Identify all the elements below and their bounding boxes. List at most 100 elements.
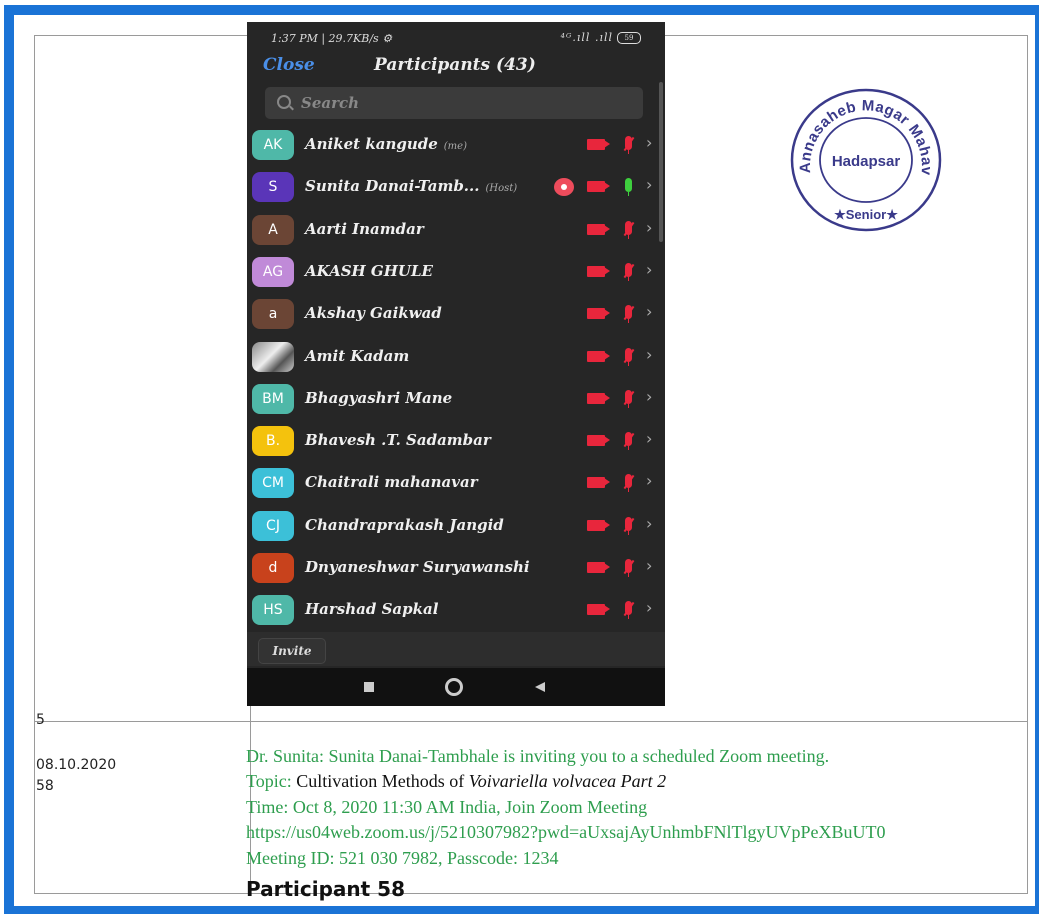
participant-name: Aarti Inamdar (305, 220, 424, 238)
participant-name-text: Sunita Danai-Tamb... (305, 177, 480, 196)
status-bar: 1:37 PM | 29.7KB/s ⚙ ⁴ᴳ.ıll .ıll 59 (247, 22, 665, 52)
participant-name: Akshay Gaikwad (305, 304, 442, 322)
mute-slash (623, 602, 635, 617)
mic-muted-icon (623, 262, 635, 281)
participant-row[interactable]: CJ Chandraprakash Jangid › (247, 505, 665, 547)
participant-row[interactable]: Amit Kadam › (247, 336, 665, 378)
participant-name: Harshad Sapkal (305, 600, 438, 618)
participant-row[interactable]: a Akshay Gaikwad › (247, 293, 665, 335)
mic-muted-icon (623, 516, 635, 535)
avatar (252, 341, 294, 372)
mute-slash (623, 475, 635, 490)
avatar: HS (252, 595, 294, 626)
recents-icon[interactable] (364, 682, 374, 692)
chevron-right-icon[interactable]: › (646, 387, 652, 406)
serial-number: 5 (36, 712, 45, 728)
svg-text:Hadapsar: Hadapsar (832, 153, 901, 170)
mic-muted-icon (623, 601, 635, 620)
video-off-icon (587, 181, 605, 193)
meeting-link[interactable]: https://us04web.zoom.us/j/5210307982?pwd… (246, 822, 1038, 843)
participant-role-tag: (Host) (485, 183, 518, 195)
participant-name-text: Bhagyashri Mane (305, 388, 453, 407)
topic-label: Topic: (246, 771, 297, 791)
home-icon[interactable] (445, 678, 463, 696)
chevron-right-icon[interactable]: › (646, 175, 652, 194)
participant-name: Sunita Danai-Tamb... (Host) (305, 177, 517, 195)
mic-muted-icon (623, 474, 635, 493)
participant-name-text: Aniket kangude (305, 135, 438, 153)
close-button[interactable]: Close (263, 55, 315, 75)
chevron-right-icon[interactable]: › (646, 345, 652, 364)
mic-muted-icon (623, 432, 635, 451)
search-input[interactable]: Search (265, 87, 643, 119)
chevron-right-icon[interactable]: › (646, 598, 652, 617)
invite-line: Dr. Sunita: Sunita Danai-Tambhale is inv… (246, 746, 830, 766)
topic-line: Topic: Cultivation Methods of Voivariell… (246, 771, 666, 792)
participant-name: Dnyaneshwar Suryawanshi (305, 558, 530, 576)
invite-button[interactable]: Invite (258, 638, 326, 664)
participant-row[interactable]: AK Aniket kangude (me) › (247, 124, 665, 166)
avatar: A (252, 214, 294, 245)
android-nav-bar (247, 668, 665, 706)
search-icon (277, 95, 291, 109)
back-icon[interactable] (535, 682, 545, 692)
chevron-right-icon[interactable]: › (646, 429, 652, 448)
participant-name-text: Aarti Inamdar (305, 219, 424, 238)
participant-row[interactable]: AG AKASH GHULE › (247, 251, 665, 293)
participant-row[interactable]: CM Chaitrali mahanavar › (247, 462, 665, 504)
video-off-icon (587, 223, 605, 235)
participant-name: Bhagyashri Mane (305, 389, 452, 407)
chevron-right-icon[interactable]: › (646, 302, 652, 321)
participant-row[interactable]: A Aarti Inamdar › (247, 209, 665, 251)
status-time: 1:37 PM | 29.7KB/s ⚙ (271, 32, 393, 45)
participant-name-text: AKASH GHULE (305, 261, 433, 280)
mute-slash (623, 263, 635, 279)
mic-muted-icon (623, 347, 635, 366)
avatar: B. (252, 426, 294, 457)
meeting-date: 08.10.2020 (36, 757, 117, 773)
chevron-right-icon[interactable]: › (646, 514, 652, 533)
video-off-icon (587, 519, 605, 531)
participant-name: Aniket kangude (me) (305, 135, 467, 153)
participant-label: Participant 58 (246, 877, 406, 901)
time-line: Time: Oct 8, 2020 11:30 AM India, Join Z… (246, 797, 648, 817)
zoom-participants-screenshot: 1:37 PM | 29.7KB/s ⚙ ⁴ᴳ.ıll .ıll 59 Clos… (247, 22, 665, 706)
participant-row[interactable]: B. Bhavesh .T. Sadambar › (247, 420, 665, 462)
participant-name-text: Dnyaneshwar Suryawanshi (305, 558, 530, 576)
mute-slash (623, 348, 635, 363)
recording-icon (554, 178, 574, 197)
participant-role-tag: (me) (443, 141, 467, 152)
participant-name-text: Chaitrali mahanavar (305, 473, 478, 492)
meeting-id-line: Meeting ID: 521 030 7982, Passcode: 1234 (246, 848, 559, 868)
participant-count: 58 (36, 778, 54, 794)
signal-icon: ⁴ᴳ.ıll .ıll (560, 31, 613, 44)
mute-slash (623, 390, 635, 405)
mic-on-icon (625, 178, 632, 197)
video-off-icon (587, 350, 605, 362)
participant-name-text: Chandraprakash Jangid (305, 515, 504, 534)
participant-row[interactable]: d Dnyaneshwar Suryawanshi › (247, 547, 665, 589)
video-off-icon (587, 477, 605, 489)
video-off-icon (587, 435, 605, 447)
topic-text: Cultivation Methods of (296, 771, 469, 791)
participants-title: Participants (43) (374, 55, 536, 75)
chevron-right-icon[interactable]: › (646, 556, 652, 575)
chevron-right-icon[interactable]: › (646, 471, 652, 490)
avatar: CJ (252, 510, 294, 541)
row-divider (35, 721, 1027, 722)
mic-muted-icon (623, 559, 635, 577)
avatar: AG (252, 256, 294, 287)
avatar: AK (252, 130, 294, 160)
participant-row[interactable]: HS Harshad Sapkal › (247, 589, 665, 631)
mute-slash (623, 559, 635, 575)
college-seal: Annasaheb Magar Mahavidyalaya Hadapsar ★… (787, 85, 942, 232)
mic-muted-icon (623, 136, 635, 154)
topic-italic: Voivariella volvacea Part 2 (468, 771, 667, 791)
video-off-icon (587, 139, 605, 150)
participant-row[interactable]: S Sunita Danai-Tamb... (Host) › (247, 166, 665, 208)
participant-name-text: Harshad Sapkal (305, 600, 439, 619)
chevron-right-icon[interactable]: › (646, 218, 652, 237)
chevron-right-icon[interactable]: › (646, 133, 652, 152)
participant-row[interactable]: BM Bhagyashri Mane › (247, 378, 665, 420)
chevron-right-icon[interactable]: › (646, 260, 652, 279)
